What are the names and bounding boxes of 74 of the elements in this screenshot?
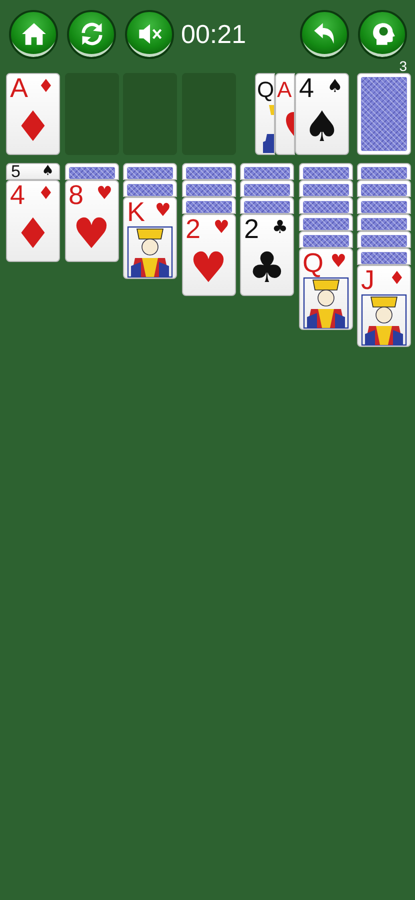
suit-symbol: ♥ (96, 184, 112, 204)
suit-symbol: ♠ (41, 164, 54, 179)
suit-symbol: ♦ (388, 269, 405, 289)
hint-count: 3 (399, 58, 407, 74)
suit-symbol: ♦ (38, 77, 54, 97)
suit-symbol: ♥ (188, 245, 228, 291)
court-figure-drawing (302, 277, 348, 329)
suit-symbol: ♦ (38, 184, 54, 204)
card-rank: Q (257, 76, 274, 104)
suit-symbol: ♠ (326, 77, 343, 97)
card-back[interactable] (298, 197, 352, 214)
suit-symbol: ♦ (13, 211, 53, 257)
card-back[interactable] (298, 180, 352, 197)
card-back[interactable] (240, 163, 294, 180)
playing-card[interactable]: K ♥ (123, 197, 177, 279)
hint-button[interactable] (358, 10, 407, 58)
timer: 00:21 (181, 18, 246, 50)
home-button[interactable] (9, 10, 58, 58)
playing-card[interactable]: J ♦ (357, 265, 411, 347)
card-rank: K (127, 198, 146, 227)
card-rank: A (277, 76, 292, 104)
card-back[interactable] (357, 197, 411, 214)
playing-card[interactable]: 8 ♥ ♥ (64, 180, 118, 262)
card-back[interactable] (357, 248, 411, 265)
playing-card[interactable]: 5 ♠ (6, 163, 60, 180)
card-back[interactable] (357, 73, 411, 155)
playing-card[interactable]: 2 ♥ ♥ (182, 214, 236, 296)
card-back[interactable] (182, 180, 236, 197)
card-back[interactable] (357, 163, 411, 180)
card-back[interactable] (240, 180, 294, 197)
court-figure-drawing (361, 294, 407, 346)
card-back[interactable] (298, 231, 352, 248)
playing-card[interactable]: 4 ♠ ♠ (295, 73, 349, 155)
card-rank: A (10, 74, 28, 103)
card-back[interactable] (123, 163, 177, 180)
playing-card[interactable]: Q ♥ (298, 248, 352, 330)
sound-button[interactable] (125, 10, 174, 58)
card-back[interactable] (357, 180, 411, 197)
card-rank: 5 (11, 164, 20, 179)
playing-card[interactable]: 2 ♣ ♣ (240, 214, 294, 296)
playing-card[interactable]: 4 ♦ ♦ (6, 180, 60, 262)
card-back[interactable] (357, 214, 411, 231)
restart-icon (78, 21, 104, 47)
card-back[interactable] (64, 163, 118, 180)
suit-symbol: ♥ (213, 218, 230, 238)
suit-symbol: ♥ (72, 211, 112, 257)
playing-card[interactable]: Q (255, 73, 275, 155)
card-back[interactable] (123, 180, 177, 197)
card-rank: 4 (10, 181, 26, 210)
card-rank: Q (302, 249, 324, 278)
card-rank: 2 (186, 215, 201, 244)
undo-button[interactable] (300, 10, 349, 58)
suit-symbol: ♥ (330, 252, 346, 272)
suit-symbol: ♣ (247, 245, 287, 291)
court-figure-drawing (127, 226, 173, 278)
card-back[interactable] (240, 197, 294, 214)
card-back[interactable] (182, 197, 236, 214)
card-rank: 8 (68, 181, 84, 210)
suit-symbol: ♥ (154, 201, 171, 221)
playing-card[interactable]: A ♦ ♦ (6, 73, 60, 155)
suit-symbol: ♠ (302, 104, 342, 150)
suit-symbol: ♣ (272, 218, 288, 238)
playing-card[interactable]: A (275, 73, 295, 155)
card-rank: 2 (244, 215, 260, 244)
card-back[interactable] (182, 163, 236, 180)
suit-fragment-icon (286, 112, 294, 138)
card-back[interactable] (298, 214, 352, 231)
card-back[interactable] (298, 163, 352, 180)
suit-symbol: ♦ (13, 104, 53, 150)
card-rank: J (361, 266, 374, 295)
card-rank: 4 (299, 74, 314, 103)
restart-button[interactable] (67, 10, 116, 58)
card-back[interactable] (357, 231, 411, 248)
home-icon (20, 21, 46, 47)
